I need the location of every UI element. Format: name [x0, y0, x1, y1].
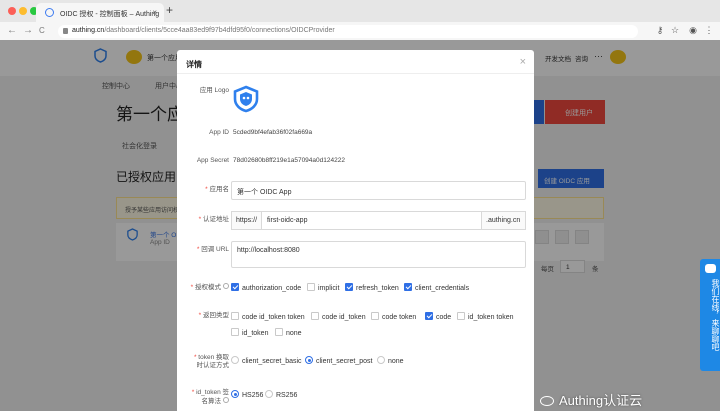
url-path: /dashboard/clients/5cce4aa83ed9f97b4dfd9…	[104, 27, 335, 34]
app-name-label: * 应用名	[205, 186, 229, 193]
help-icon[interactable]	[223, 397, 229, 403]
response-type-option[interactable]: none	[275, 328, 302, 338]
auth-url-suffix: .authing.cn	[481, 211, 526, 230]
response-type-option[interactable]: id_token token	[457, 312, 514, 322]
grant-type-option[interactable]: implicit	[307, 283, 339, 293]
address-bar-row: ← → C authing.cn/dashboard/clients/5cce4…	[0, 22, 720, 40]
grant-type-option-label: authorization_code	[242, 285, 302, 292]
response-type-option[interactable]: id_token	[231, 328, 268, 338]
checkbox[interactable]	[404, 283, 412, 291]
profile-icon[interactable]: ◉	[688, 25, 698, 35]
chat-widget[interactable]: 我们在线，来聊聊吧	[700, 259, 720, 371]
response-type-option[interactable]: code id_token	[311, 312, 366, 322]
grant-type-option-label: client_credentials	[415, 285, 470, 292]
signature-alg-option-label: RS256	[276, 392, 298, 399]
close-window-button[interactable]	[8, 7, 16, 15]
token-auth-option[interactable]: client_secret_basic	[231, 356, 302, 366]
response-type-option-label: code id_token token	[242, 314, 305, 321]
tab-bar: OIDC 授权 - 控制面板 – Authing × +	[0, 0, 720, 22]
star-icon[interactable]: ☆	[670, 25, 680, 35]
response-type-option-label: id_token	[242, 330, 269, 337]
grant-type-option-label: implicit	[318, 285, 340, 292]
app-logo-icon[interactable]	[233, 85, 259, 113]
grant-type-option[interactable]: authorization_code	[231, 283, 301, 293]
checkbox[interactable]	[231, 283, 239, 291]
details-modal: 详情 × 应用 Logo App ID 5cded9bf4efab36f02fa…	[177, 50, 534, 411]
auth-url-prefix: https://	[231, 211, 262, 230]
radio-button[interactable]	[231, 390, 239, 398]
url-host: authing.cn	[72, 27, 105, 34]
wechat-icon	[540, 396, 554, 406]
checkbox[interactable]	[345, 283, 353, 291]
token-auth-option[interactable]: none	[377, 356, 404, 366]
chat-label: 我们在线，来聊聊吧	[711, 279, 720, 351]
chat-bubble-icon	[705, 264, 716, 273]
app-secret-value: 78d02680b8ff219e1a57094a0d124222	[233, 157, 345, 164]
radio-button[interactable]	[265, 390, 273, 398]
checkbox[interactable]	[311, 312, 319, 320]
callback-url-textarea[interactable]: http://localhost:8080	[231, 241, 526, 268]
checkbox[interactable]	[371, 312, 379, 320]
grant-type-option-label: refresh_token	[356, 285, 399, 292]
browser-chrome: OIDC 授权 - 控制面板 – Authing × + ← → C authi…	[0, 0, 720, 40]
browser-menu-icon[interactable]: ⋮	[704, 25, 714, 35]
response-type-option[interactable]: code id_token token	[231, 312, 305, 322]
token-auth-option-label: client_secret_post	[316, 358, 373, 365]
auth-url-input[interactable]: first-oidc-app	[261, 211, 482, 230]
checkbox[interactable]	[231, 328, 239, 336]
tab-title: OIDC 授权 - 控制面板 – Authing	[60, 11, 160, 18]
response-type-option[interactable]: code	[425, 312, 451, 322]
watermark: Authing认证云	[540, 390, 642, 409]
checkbox[interactable]	[231, 312, 239, 320]
response-type-option-label: code id_token	[322, 314, 366, 321]
token-auth-option[interactable]: client_secret_post	[305, 356, 372, 366]
response-type-option-label: code token	[382, 314, 417, 321]
modal-title: 详情	[186, 60, 202, 69]
back-arrow-icon[interactable]: ←	[7, 25, 17, 36]
signature-alg-option[interactable]: HS256	[231, 390, 263, 400]
token-auth-option-label: client_secret_basic	[242, 358, 302, 365]
response-type-option-label: id_token token	[468, 314, 514, 321]
response-type-label: * 返回类型	[198, 312, 229, 319]
key-icon[interactable]: ⚷	[655, 25, 665, 35]
grant-type-label: * 授权模式	[177, 283, 229, 292]
checkbox[interactable]	[275, 328, 283, 336]
close-icon[interactable]: ×	[520, 56, 526, 68]
grant-type-option[interactable]: client_credentials	[404, 283, 469, 293]
checkbox[interactable]	[425, 312, 433, 320]
callback-url-label: * 回调 URL	[196, 246, 229, 253]
app-name-input[interactable]: 第一个 OIDC App	[231, 181, 526, 200]
grant-type-option[interactable]: refresh_token	[345, 283, 399, 293]
new-tab-button[interactable]: +	[166, 3, 173, 17]
lock-icon	[63, 28, 68, 34]
radio-button[interactable]	[377, 356, 385, 364]
checkbox[interactable]	[457, 312, 465, 320]
browser-tab[interactable]: OIDC 授权 - 控制面板 – Authing ×	[36, 3, 164, 22]
radio-button[interactable]	[305, 356, 313, 364]
signature-alg-label: * id_token 签名算法	[191, 389, 229, 405]
signature-alg-option-label: HS256	[242, 392, 264, 399]
site-favicon-icon	[45, 8, 54, 17]
signature-alg-option[interactable]: RS256	[265, 390, 297, 400]
response-type-option-label: code	[436, 314, 452, 321]
token-auth-option-label: none	[388, 358, 404, 365]
url-field[interactable]: authing.cn/dashboard/clients/5cce4aa83ed…	[58, 25, 638, 38]
app-secret-label: App Secret	[196, 157, 229, 164]
app-id-label: App ID	[209, 129, 229, 136]
help-icon[interactable]	[223, 283, 229, 289]
token-auth-label: * token 换取 时认证方式	[193, 354, 229, 369]
app-id-value: 5cded9bf4efab36f02fa669a	[233, 129, 313, 136]
response-type-option-label: none	[286, 330, 302, 337]
logo-label: 应用 Logo	[199, 87, 229, 94]
modal-divider	[177, 73, 534, 74]
forward-arrow-icon[interactable]: →	[23, 25, 33, 36]
checkbox[interactable]	[307, 283, 315, 291]
close-tab-icon[interactable]: ×	[152, 8, 157, 17]
auth-url-label: * 认证地址	[198, 216, 229, 223]
watermark-text: Authing认证云	[559, 393, 643, 408]
reload-icon[interactable]: C	[39, 26, 45, 35]
minimize-window-button[interactable]	[19, 7, 27, 15]
response-type-option[interactable]: code token	[371, 312, 416, 322]
radio-button[interactable]	[231, 356, 239, 364]
